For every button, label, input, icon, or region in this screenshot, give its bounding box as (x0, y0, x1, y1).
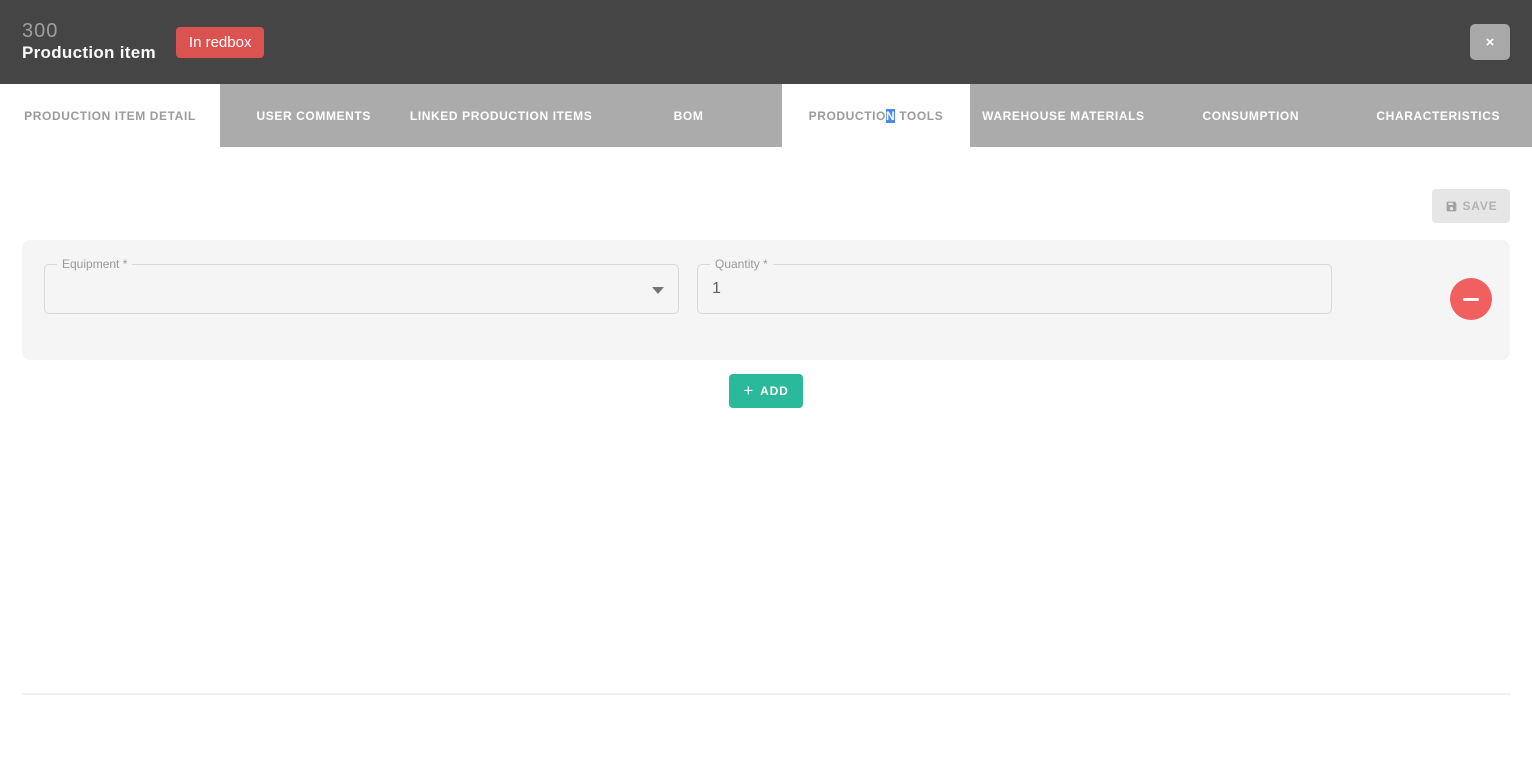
toolbar: SAVE (22, 147, 1510, 223)
tab-warehouse-materials[interactable]: WAREHOUSE MATERIALS (970, 84, 1157, 147)
tab-linked-production-items[interactable]: LINKED PRODUCTION ITEMS (407, 84, 594, 147)
tab-content: SAVE Equipment * Quantity * + ADD (0, 147, 1532, 408)
item-code: 300 (22, 20, 156, 42)
text-selection: N (886, 109, 895, 123)
tab-consumption[interactable]: CONSUMPTION (1157, 84, 1344, 147)
tab-characteristics[interactable]: CHARACTERISTICS (1345, 84, 1532, 147)
tab-production-tools[interactable]: PRODUCTION TOOLS (782, 84, 969, 147)
tab-label: USER COMMENTS (256, 109, 370, 123)
save-icon (1445, 200, 1458, 213)
dialog-header: 300 Production item In redbox × (0, 0, 1532, 84)
tab-user-comments[interactable]: USER COMMENTS (220, 84, 407, 147)
quantity-input[interactable] (698, 265, 1331, 313)
tab-label: CHARACTERISTICS (1376, 109, 1500, 123)
add-row: + ADD (22, 374, 1510, 408)
tab-bom[interactable]: BOM (595, 84, 782, 147)
tab-label: BOM (674, 109, 704, 123)
close-icon: × (1486, 34, 1495, 51)
status-badge: In redbox (176, 27, 265, 58)
tab-label: PRODUCTION TOOLS (809, 109, 944, 123)
save-button[interactable]: SAVE (1432, 189, 1510, 223)
tab-production-item-detail[interactable]: PRODUCTION ITEM DETAIL (0, 84, 220, 147)
title-block: 300 Production item (22, 20, 156, 64)
save-label: SAVE (1463, 199, 1498, 213)
tab-bar: PRODUCTION ITEM DETAIL USER COMMENTS LIN… (0, 84, 1532, 147)
production-tool-row: Equipment * Quantity * (22, 240, 1510, 360)
divider (22, 693, 1511, 695)
add-label: ADD (760, 384, 788, 398)
tab-label: PRODUCTION ITEM DETAIL (24, 109, 196, 123)
minus-icon (1463, 298, 1479, 301)
equipment-label: Equipment * (57, 257, 132, 271)
plus-icon: + (743, 382, 754, 399)
tab-label: WAREHOUSE MATERIALS (982, 109, 1145, 123)
equipment-select[interactable]: Equipment * (44, 264, 679, 314)
remove-row-button[interactable] (1450, 278, 1492, 320)
tab-label: CONSUMPTION (1203, 109, 1300, 123)
close-button[interactable]: × (1470, 24, 1510, 60)
quantity-label: Quantity * (710, 257, 773, 271)
page-title: Production item (22, 42, 156, 64)
quantity-field: Quantity * (697, 264, 1332, 314)
tab-label: LINKED PRODUCTION ITEMS (410, 109, 592, 123)
add-button[interactable]: + ADD (729, 374, 803, 408)
dropdown-arrow-icon (652, 287, 664, 294)
